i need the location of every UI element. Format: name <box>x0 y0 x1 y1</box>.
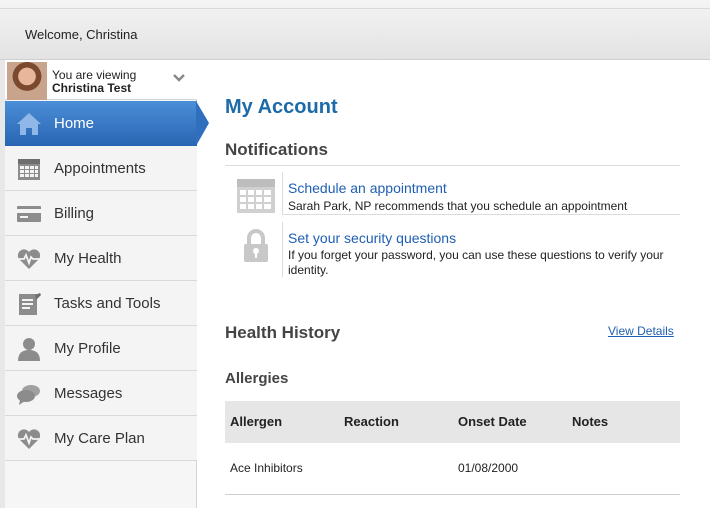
column-header-allergen: Allergen <box>230 414 283 429</box>
person-icon <box>18 338 40 361</box>
welcome-text: Welcome, Christina <box>25 27 138 42</box>
divider <box>225 165 680 166</box>
sidebar-item-messages[interactable]: Messages <box>5 371 197 416</box>
divider <box>282 172 283 214</box>
sidebar-item-label: Appointments <box>54 160 146 177</box>
chat-bubbles-icon <box>17 385 40 405</box>
schedule-appointment-link[interactable]: Schedule an appointment <box>288 180 447 196</box>
clipboard-icon <box>19 293 41 315</box>
health-history-heading: Health History <box>225 323 341 342</box>
table-header: Allergen Reaction Onset Date Notes <box>225 401 680 443</box>
sidebar: You are viewing Christina Test Home Appo… <box>5 60 209 508</box>
sidebar-item-label: Billing <box>54 205 95 222</box>
sidebar-item-appointments[interactable]: Appointments <box>5 146 197 191</box>
sidebar-item-my-profile[interactable]: My Profile <box>5 326 197 371</box>
main-content: My Account Notifications Schedule an app… <box>197 60 710 508</box>
notification-description: Sarah Park, NP recommends that you sched… <box>288 199 628 213</box>
page-title: My Account <box>225 96 338 118</box>
top-bar-edge <box>0 8 710 9</box>
patient-switcher[interactable]: You are viewing Christina Test <box>5 60 197 100</box>
sidebar-item-tasks-and-tools[interactable]: Tasks and Tools <box>5 281 197 326</box>
chevron-down-icon[interactable] <box>172 73 186 83</box>
home-icon <box>17 113 41 135</box>
divider <box>282 214 680 215</box>
sidebar-item-label: My Care Plan <box>54 430 145 447</box>
column-header-notes: Notes <box>572 414 609 429</box>
heartbeat-icon <box>17 429 41 449</box>
sidebar-item-label: Messages <box>54 385 123 402</box>
table-row: Ace Inhibitors 01/08/2000 <box>225 443 680 495</box>
lock-icon <box>244 229 268 262</box>
sidebar-item-my-health[interactable]: My Health <box>5 236 197 281</box>
sidebar-item-label: My Profile <box>54 340 121 357</box>
avatar <box>7 62 47 100</box>
sidebar-item-label: My Health <box>54 250 122 267</box>
sidebar-item-label: Tasks and Tools <box>54 295 161 312</box>
table-cell: 01/08/2000 <box>458 461 519 475</box>
column-header-onset-date: Onset Date <box>458 414 527 429</box>
view-details-link[interactable]: View Details <box>608 324 674 338</box>
sidebar-item-label: Home <box>54 115 95 132</box>
viewing-patient-name: Christina Test <box>52 81 132 95</box>
sidebar-item-my-care-plan[interactable]: My Care Plan <box>5 416 197 461</box>
top-bar: Welcome, Christina <box>0 0 710 60</box>
table-cell: Ace Inhibitors <box>230 461 303 475</box>
divider <box>282 222 283 277</box>
notification-description: If you forget your password, you can use… <box>288 248 664 277</box>
sidebar-item-home[interactable]: Home <box>5 101 197 146</box>
heartbeat-icon <box>17 249 41 269</box>
credit-card-icon <box>17 206 41 222</box>
calendar-icon <box>18 159 40 180</box>
calendar-icon <box>237 179 275 213</box>
notifications-heading: Notifications <box>225 140 328 159</box>
allergies-heading: Allergies <box>225 370 289 387</box>
security-questions-link[interactable]: Set your security questions <box>288 230 456 246</box>
viewing-label: You are viewing <box>52 68 137 82</box>
column-header-reaction: Reaction <box>344 414 399 429</box>
sidebar-item-billing[interactable]: Billing <box>5 191 197 236</box>
